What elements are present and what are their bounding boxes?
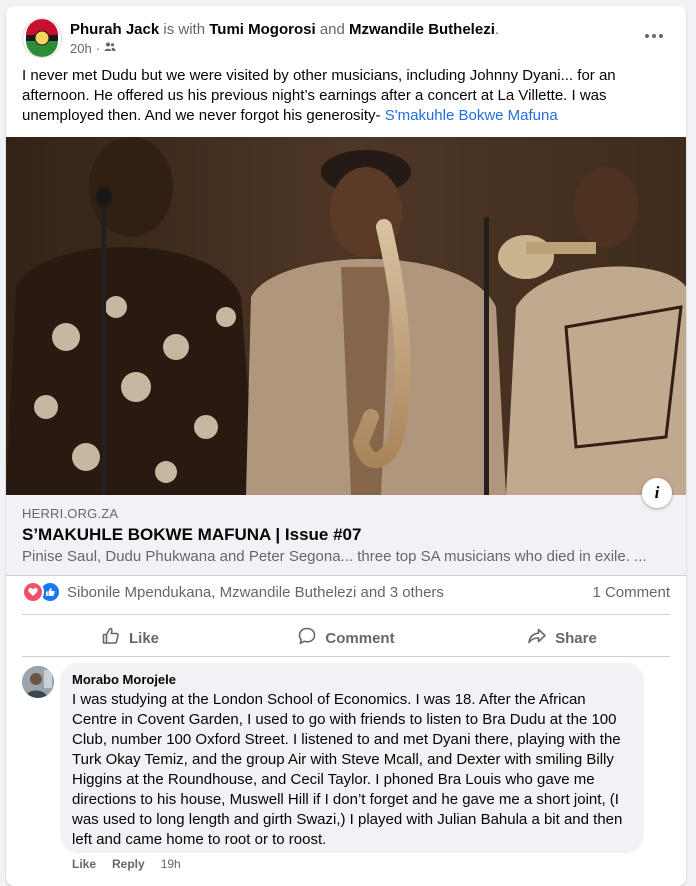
more-options-icon[interactable] [640, 26, 668, 46]
info-icon[interactable]: i [642, 478, 672, 508]
info-glyph: i [654, 483, 660, 502]
post-mention-link[interactable]: S'makuhle Bokwe Mafuna [385, 107, 558, 124]
comment-reply-button[interactable]: Reply [112, 857, 145, 871]
preview-description: Pinise Saul, Dudu Phukwana and Peter Seg… [22, 548, 647, 565]
period: . [494, 21, 500, 38]
author-name[interactable]: Phurah Jack [70, 21, 159, 38]
comment-label: Comment [325, 629, 395, 647]
comment-bubble: Morabo Morojele I was studying at the Lo… [60, 663, 644, 853]
friends-icon [104, 41, 116, 56]
post-meta: 20h · [70, 41, 116, 56]
preview-title[interactable]: S’MAKUHLE BOKWE MAFUNA | Issue #07 [22, 525, 361, 545]
comment-like-button[interactable]: Like [72, 857, 96, 871]
thumbs-up-icon [101, 626, 121, 650]
like-label: Like [128, 629, 159, 647]
reactions-summary[interactable]: Sibonile Mpendukana, Mzwandile Buthelezi… [22, 581, 444, 603]
tagged-person-1[interactable]: Tumi Mogorosi [209, 21, 315, 38]
post-actions: Like Comment Share [22, 618, 670, 658]
comment-author[interactable]: Morabo Morojele [72, 672, 176, 687]
preview-domain: HERRI.ORG.ZA [22, 506, 119, 521]
page-avatar[interactable] [22, 18, 62, 58]
with-text: is with [163, 21, 206, 38]
comment-button[interactable]: Comment [238, 618, 454, 658]
and-text: and [319, 21, 345, 38]
post-text: I never met Dudu but we were visited by … [22, 66, 662, 126]
link-preview[interactable]: HERRI.ORG.ZA S’MAKUHLE BOKWE MAFUNA | Is… [6, 495, 686, 576]
love-reaction-icon [22, 581, 44, 603]
comment-text: I was studying at the London School of E… [72, 691, 623, 848]
post-photo[interactable] [6, 137, 686, 495]
comment-time[interactable]: 19h [161, 857, 181, 871]
divider [22, 614, 670, 615]
comment-actions: Like Reply 19h [72, 857, 181, 871]
share-icon [527, 626, 547, 650]
meta-separator: · [95, 41, 101, 56]
commenter-avatar[interactable] [22, 666, 54, 698]
reaction-names: Sibonile Mpendukana, Mzwandile Buthelezi… [67, 583, 444, 601]
like-button[interactable]: Like [22, 618, 238, 658]
post-header-names: Phurah Jack is with Tumi Mogorosi and Mz… [70, 20, 499, 40]
post-card: Phurah Jack is with Tumi Mogorosi and Mz… [6, 6, 686, 886]
comment-count[interactable]: 1 Comment [592, 584, 670, 601]
share-button[interactable]: Share [454, 618, 670, 658]
tagged-person-2[interactable]: Mzwandile Buthelezi [349, 21, 495, 38]
post-time[interactable]: 20h [70, 41, 92, 56]
divider [22, 656, 670, 657]
share-label: Share [555, 629, 597, 647]
comment-icon [297, 626, 317, 650]
